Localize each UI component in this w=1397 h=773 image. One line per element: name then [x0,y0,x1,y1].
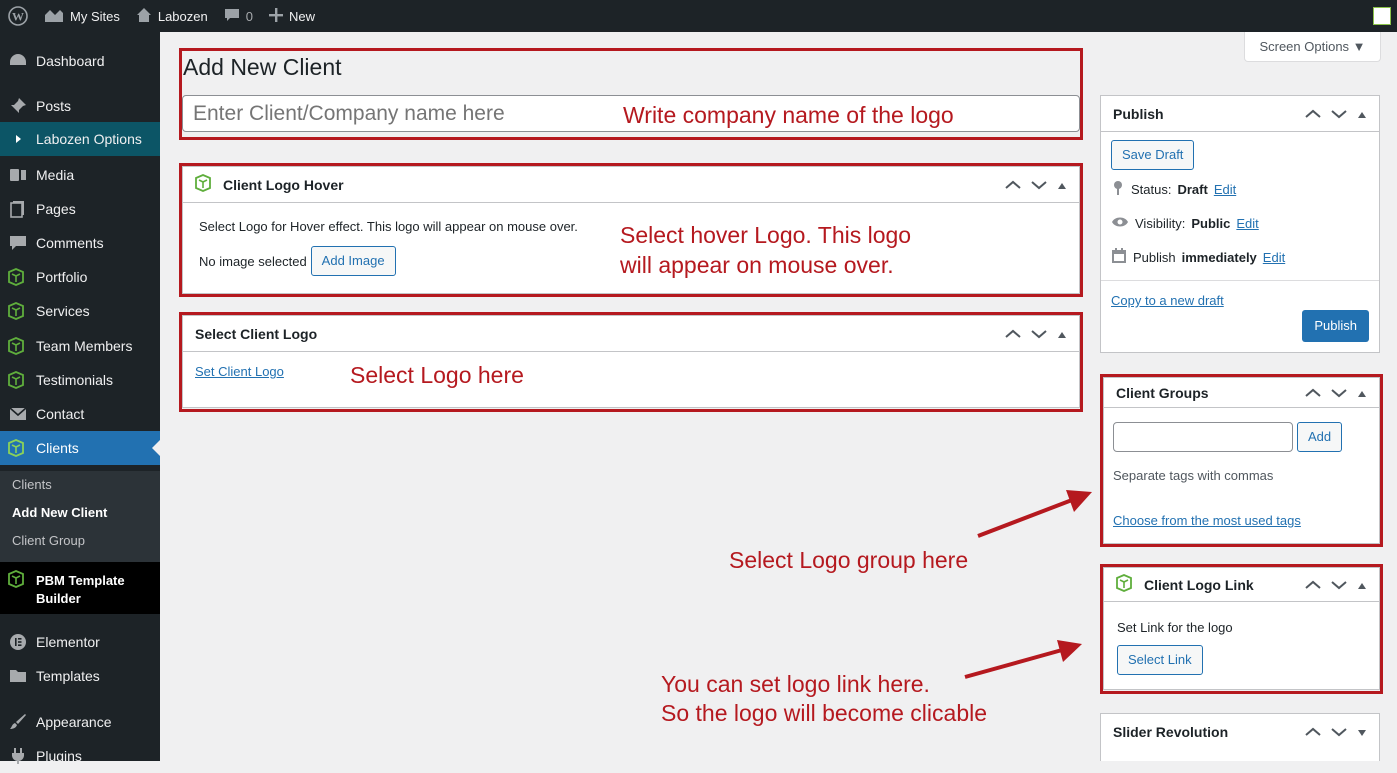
red-arrow-icon [977,490,1092,538]
annotation-arrows [964,490,1092,679]
red-arrow-icon [964,640,1082,679]
